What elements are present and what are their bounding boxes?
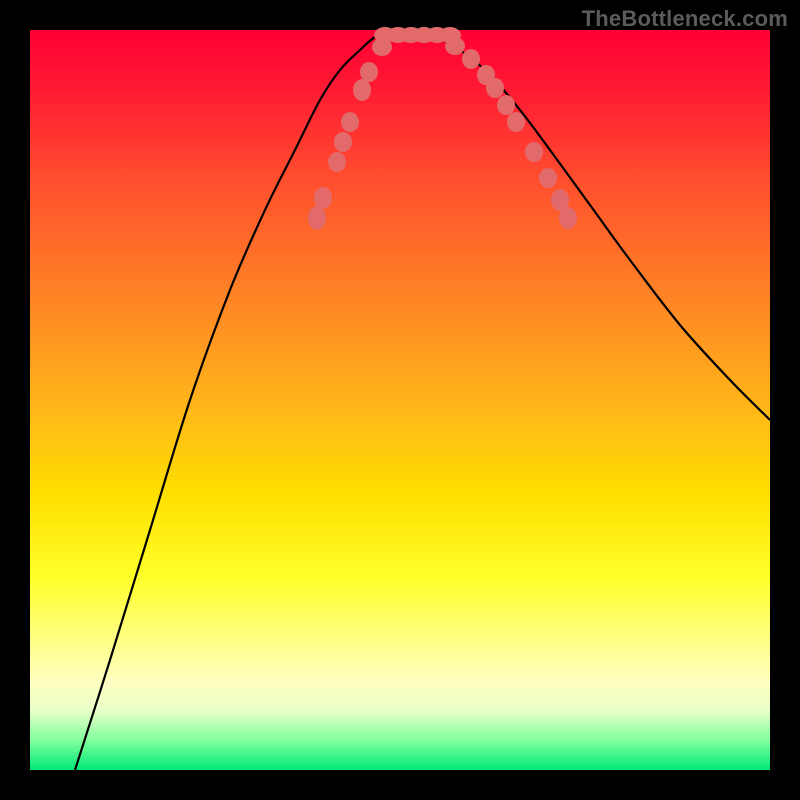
bottleneck-curve (75, 31, 770, 770)
curve-svg (30, 30, 770, 770)
chart-frame: TheBottleneck.com (0, 0, 800, 800)
watermark-text: TheBottleneck.com (582, 6, 788, 32)
plot-area (30, 30, 770, 770)
curve-markers (308, 27, 577, 230)
